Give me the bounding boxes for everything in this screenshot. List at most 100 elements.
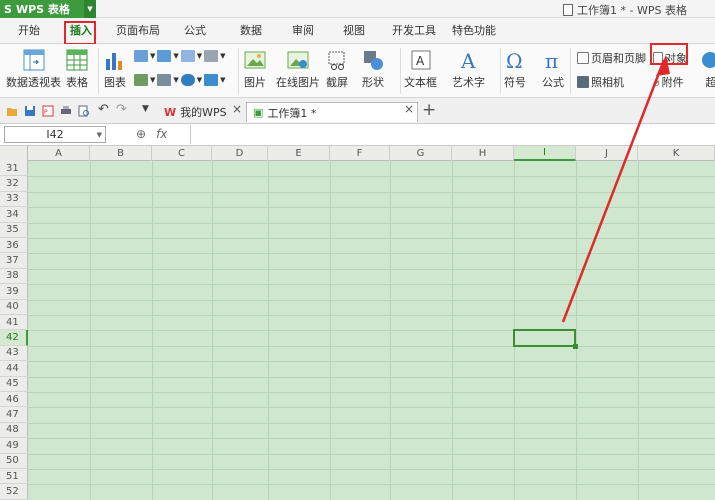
formula-button[interactable]: π 公式 <box>542 49 564 90</box>
print-preview-icon[interactable] <box>78 105 90 117</box>
column-header-f[interactable]: F <box>330 146 390 161</box>
header-footer-button[interactable]: 页眉和页脚 <box>577 50 646 66</box>
spreadsheet-grid[interactable]: ABCDEFGHIJK 31 32 33 34 35 36 37 38 39 40 41 42 43 44… <box>0 146 715 500</box>
row-header-51[interactable]: 51 <box>0 469 28 485</box>
column-header-c[interactable]: C <box>152 146 212 161</box>
tab-view[interactable]: 视图 <box>343 22 365 38</box>
pdf-icon[interactable]: P <box>42 105 54 117</box>
wordart-button[interactable]: A 艺术字 <box>452 49 485 90</box>
tab-start[interactable]: 开始 <box>18 22 40 38</box>
column-header-d[interactable]: D <box>212 146 268 161</box>
column-header-k[interactable]: K <box>638 146 715 161</box>
tab-data[interactable]: 数据 <box>240 22 262 38</box>
chevron-down-icon[interactable]: ▼ <box>84 0 96 18</box>
fx-icon[interactable]: fx <box>156 127 167 141</box>
row-header-45[interactable]: 45 <box>0 377 28 392</box>
tab-special-features[interactable]: 特色功能 <box>452 22 496 38</box>
close-icon[interactable]: × <box>404 102 414 116</box>
tab-my-wps[interactable]: W 我的WPS <box>158 102 233 122</box>
row-header-33[interactable]: 33 <box>0 192 28 208</box>
area-chart-icon[interactable] <box>134 74 148 86</box>
attachment-button[interactable]: ⌀ 附件 <box>653 74 684 90</box>
svg-text:π: π <box>545 49 558 71</box>
symbol-button[interactable]: Ω 符号 <box>504 49 526 90</box>
svg-text:Ω: Ω <box>506 49 523 71</box>
bar-chart-icon[interactable] <box>134 50 148 62</box>
row-header-52[interactable]: 52 <box>0 484 28 500</box>
save-icon[interactable] <box>24 105 36 117</box>
row-header-39[interactable]: 39 <box>0 284 28 300</box>
row-header-42[interactable]: 42 <box>0 330 28 346</box>
row-header-44[interactable]: 44 <box>0 361 28 377</box>
row-header-40[interactable]: 40 <box>0 300 28 315</box>
table-button[interactable]: 表格 <box>66 49 88 90</box>
tab-formulas[interactable]: 公式 <box>184 22 206 38</box>
tab-page-layout[interactable]: 页面布局 <box>116 22 160 38</box>
picture-button[interactable]: 图片 <box>244 49 266 90</box>
textbox-button[interactable]: A 文本框 <box>404 49 437 90</box>
column-header-h[interactable]: H <box>452 146 514 161</box>
row-header-36[interactable]: 36 <box>0 238 28 254</box>
row-header-31[interactable]: 31 <box>0 161 28 177</box>
hyperlink-label: 超 <box>705 76 715 89</box>
fill-handle[interactable] <box>573 344 578 349</box>
shapes-button[interactable]: 形状 <box>362 49 384 90</box>
column-chart-icon[interactable] <box>157 50 172 62</box>
chart-type-row-1: ▼ ▼ ▼ ▼ <box>134 50 226 62</box>
row-header-41[interactable]: 41 <box>0 315 28 331</box>
chevron-down-icon[interactable]: ▼ <box>97 131 102 139</box>
row-header-50[interactable]: 50 <box>0 454 28 469</box>
row-header-47[interactable]: 47 <box>0 407 28 423</box>
row-header-49[interactable]: 49 <box>0 438 28 454</box>
formula-input[interactable] <box>190 125 715 144</box>
tab-workbook1[interactable]: ▣ 工作簿1 * <box>246 102 418 122</box>
row-header-35[interactable]: 35 <box>0 223 28 238</box>
row-header-48[interactable]: 48 <box>0 423 28 439</box>
app-menu-button[interactable]: S WPS 表格 ▼ <box>0 0 96 18</box>
line-chart-icon[interactable] <box>180 50 195 62</box>
formula-label: 公式 <box>542 76 564 89</box>
tab-developer[interactable]: 开发工具 <box>392 22 436 38</box>
row-header-37[interactable]: 37 <box>0 253 28 269</box>
open-folder-icon[interactable] <box>6 105 18 117</box>
wps-logo-icon: S <box>4 2 12 16</box>
stock-chart-icon[interactable] <box>157 74 172 86</box>
redo-icon[interactable]: ↷ <box>116 102 128 117</box>
scatter-chart-icon[interactable] <box>204 74 219 86</box>
column-header-i[interactable]: I <box>514 146 576 161</box>
print-icon[interactable] <box>60 105 72 117</box>
row-header-34[interactable]: 34 <box>0 207 28 223</box>
hyperlink-button[interactable]: 超 <box>700 49 715 90</box>
select-all-corner[interactable] <box>0 146 28 161</box>
column-header-a[interactable]: A <box>28 146 90 161</box>
column-header-g[interactable]: G <box>390 146 452 161</box>
grid-hline <box>28 315 715 316</box>
camera-button[interactable]: 照相机 <box>577 74 624 90</box>
close-icon[interactable]: × <box>232 102 242 116</box>
grid-hline <box>28 422 715 424</box>
chevron-down-icon[interactable]: ▼ <box>142 104 154 116</box>
online-picture-button[interactable]: 在线图片 <box>276 49 320 90</box>
row-header-32[interactable]: 32 <box>0 176 28 192</box>
column-header-j[interactable]: J <box>576 146 638 161</box>
pivot-table-button[interactable]: 数据透视表 <box>6 49 61 90</box>
screenshot-button[interactable]: 截屏 <box>326 49 348 90</box>
row-header-43[interactable]: 43 <box>0 346 28 362</box>
row-header-38[interactable]: 38 <box>0 269 28 285</box>
pie-chart-icon[interactable] <box>180 74 195 86</box>
undo-icon[interactable]: ↶ <box>98 102 110 117</box>
cell-area[interactable] <box>28 161 715 500</box>
new-tab-plus-icon[interactable]: + <box>422 100 436 120</box>
tab-review[interactable]: 审阅 <box>292 22 314 38</box>
column-header-b[interactable]: B <box>90 146 152 161</box>
name-box[interactable]: I42 ▼ <box>4 126 106 143</box>
camera-icon <box>577 76 589 88</box>
zoom-magnifier-icon[interactable]: ⊕ <box>136 127 146 141</box>
chart-button[interactable]: 图表 <box>104 49 126 90</box>
active-cell-i42[interactable] <box>513 329 578 349</box>
column-header-e[interactable]: E <box>268 146 330 161</box>
cell-reference: I42 <box>46 128 64 141</box>
radar-chart-icon[interactable] <box>204 50 219 62</box>
chart-label: 图表 <box>104 76 126 89</box>
row-header-46[interactable]: 46 <box>0 392 28 408</box>
